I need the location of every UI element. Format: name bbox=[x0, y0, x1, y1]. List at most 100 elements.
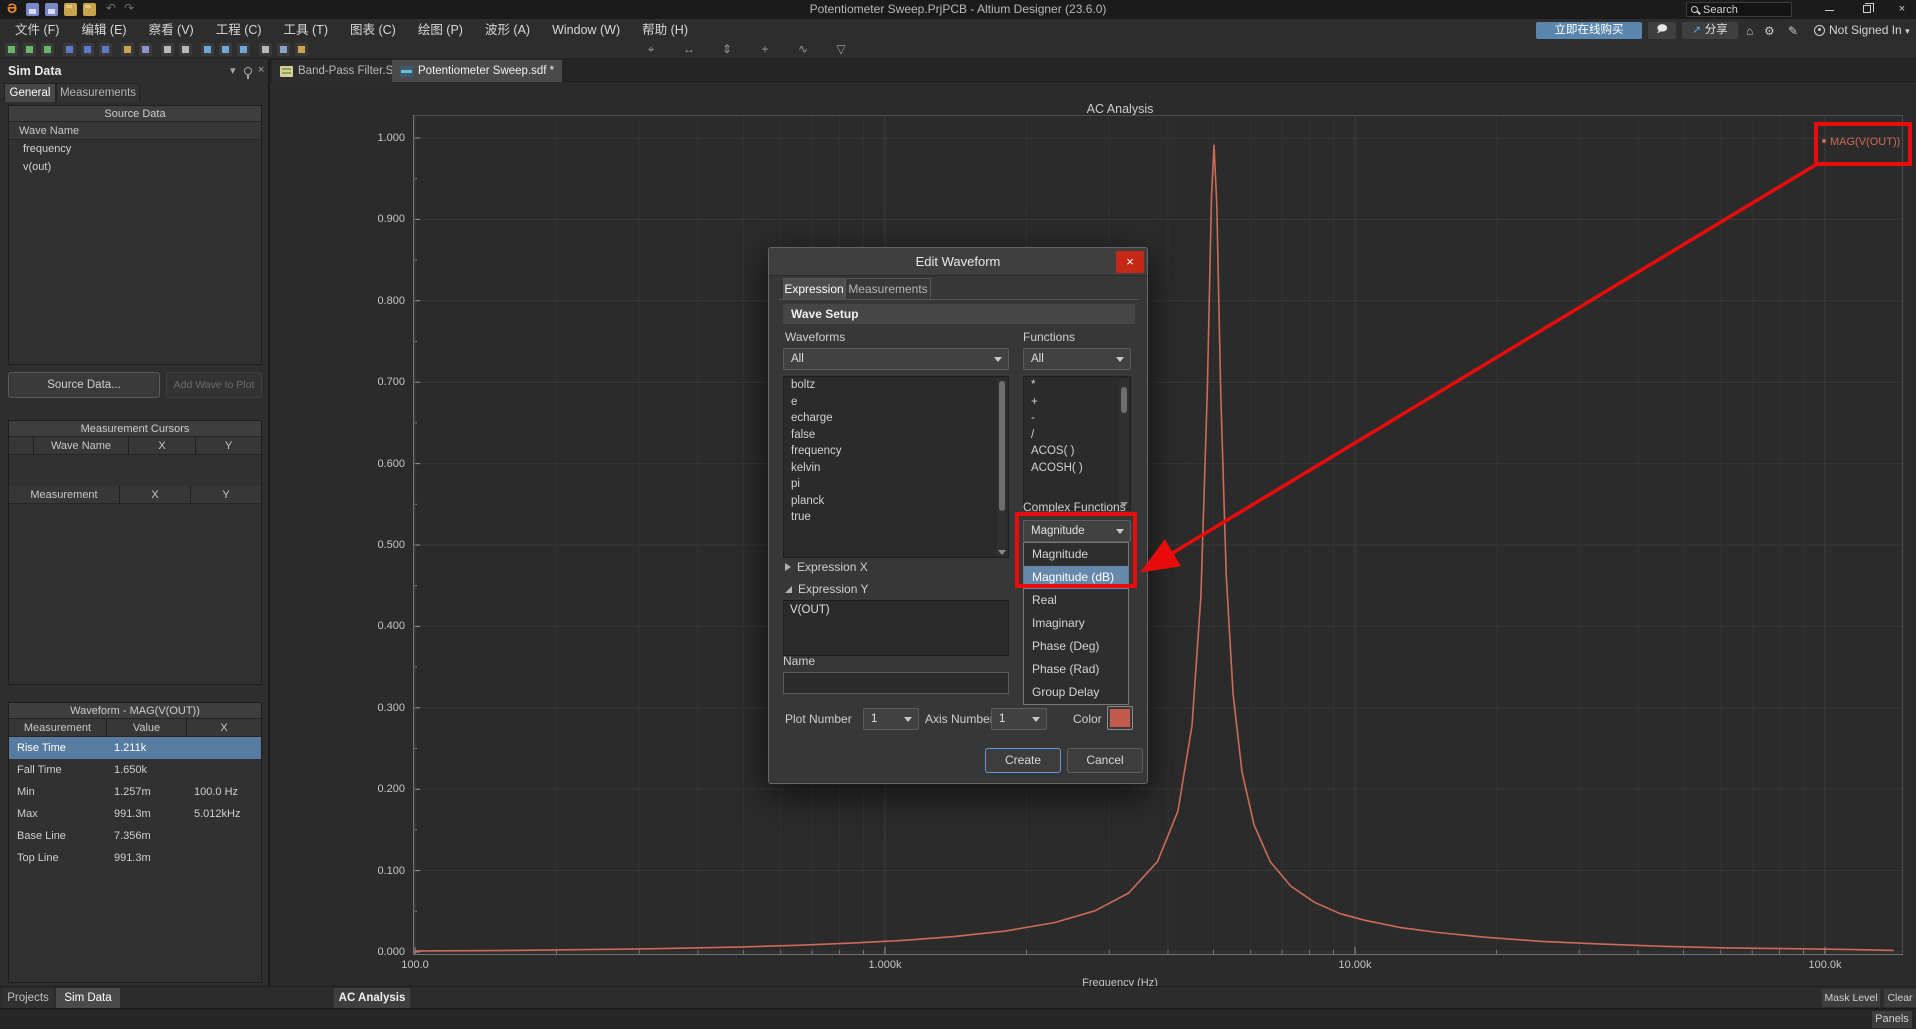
sign-in-button[interactable]: Not Signed In ▾ bbox=[1814, 22, 1910, 39]
list-item[interactable]: + bbox=[1024, 394, 1130, 411]
list-item[interactable]: ACOSH( ) bbox=[1024, 460, 1130, 477]
list-item[interactable]: pi bbox=[784, 476, 1008, 493]
table-row[interactable]: Fall Time1.650k bbox=[9, 759, 261, 781]
plot-tab-ac-analysis[interactable]: AC Analysis bbox=[334, 988, 410, 1008]
tab-general[interactable]: General bbox=[4, 83, 56, 102]
share-button[interactable]: ➚ 分享 bbox=[1682, 22, 1738, 39]
paste-icon[interactable] bbox=[295, 43, 308, 56]
option-phase-rad[interactable]: Phase (Rad) bbox=[1024, 658, 1128, 681]
list-item[interactable]: * bbox=[1024, 377, 1130, 394]
buy-online-button[interactable]: 立即在线购买 bbox=[1536, 22, 1642, 39]
search-input[interactable] bbox=[1703, 3, 1789, 16]
zoom-out-icon[interactable] bbox=[219, 43, 232, 56]
clear-button[interactable]: Clear bbox=[1884, 989, 1916, 1007]
mask-level-button[interactable]: Mask Level bbox=[1822, 989, 1880, 1007]
table-row[interactable]: Max991.3m5.012kHz bbox=[9, 803, 261, 825]
panel-tab-simdata[interactable]: Sim Data bbox=[56, 988, 120, 1008]
menu-view[interactable]: 察看 (V) bbox=[138, 19, 205, 41]
menu-plot[interactable]: 绘图 (P) bbox=[407, 19, 474, 41]
name-field[interactable] bbox=[783, 672, 1009, 694]
tab-expression[interactable]: Expression bbox=[783, 278, 845, 299]
waveforms-listbox[interactable]: boltz e echarge false frequency kelvin p… bbox=[783, 376, 1009, 558]
origin-icon[interactable]: ⌖ bbox=[640, 41, 662, 57]
cancel-button[interactable]: Cancel bbox=[1067, 748, 1143, 773]
redo-icon[interactable]: ↷ bbox=[124, 1, 134, 15]
save-icon[interactable] bbox=[26, 3, 39, 16]
option-imaginary[interactable]: Imaginary bbox=[1024, 612, 1128, 635]
feedback-icon[interactable]: ✎ bbox=[1788, 24, 1798, 38]
option-magnitude[interactable]: Magnitude bbox=[1024, 543, 1128, 566]
tab-measurements[interactable]: Measurements bbox=[56, 83, 140, 102]
tab-dialog-measurements[interactable]: Measurements bbox=[845, 278, 931, 299]
menu-chart[interactable]: 图表 (C) bbox=[339, 19, 407, 41]
option-group-delay[interactable]: Group Delay bbox=[1024, 681, 1128, 704]
waveforms-filter-dropdown[interactable]: All bbox=[783, 348, 1009, 370]
plot-number-dropdown[interactable]: 1 bbox=[863, 708, 919, 730]
list-item[interactable]: / bbox=[1024, 427, 1130, 444]
create-button[interactable]: Create bbox=[985, 748, 1061, 773]
list-item[interactable]: - bbox=[1024, 410, 1130, 427]
doc-ac-icon[interactable] bbox=[81, 43, 94, 56]
table-row[interactable]: Min1.257m100.0 Hz bbox=[9, 781, 261, 803]
copy-icon[interactable] bbox=[277, 43, 290, 56]
expression-x-toggle[interactable]: Expression X bbox=[785, 560, 868, 574]
gear-icon[interactable]: ⚙ bbox=[1764, 24, 1775, 38]
marker-icon[interactable]: ▽ bbox=[830, 41, 852, 57]
save-all-icon[interactable] bbox=[45, 3, 58, 16]
wave-item-frequency[interactable]: frequency bbox=[9, 140, 261, 158]
table-row[interactable]: Rise Time1.211k bbox=[9, 737, 261, 759]
option-real[interactable]: Real bbox=[1024, 589, 1128, 612]
open-icon[interactable] bbox=[64, 3, 77, 16]
zoom-fit-icon[interactable] bbox=[237, 43, 250, 56]
doc-tran-icon[interactable] bbox=[99, 43, 112, 56]
minimize-button[interactable] bbox=[1815, 0, 1845, 19]
open-project-icon[interactable] bbox=[83, 3, 96, 16]
doc-dc-icon[interactable] bbox=[63, 43, 76, 56]
color-swatch[interactable] bbox=[1107, 706, 1133, 730]
open-doc-icon[interactable] bbox=[121, 43, 134, 56]
list-item[interactable]: ACOS( ) bbox=[1024, 443, 1130, 460]
option-phase-deg[interactable]: Phase (Deg) bbox=[1024, 635, 1128, 658]
global-search[interactable] bbox=[1686, 2, 1792, 17]
list-item[interactable]: frequency bbox=[784, 443, 1008, 460]
panel-close-icon[interactable]: × bbox=[258, 64, 264, 76]
complex-functions-dropdown[interactable]: Magnitude bbox=[1023, 520, 1131, 542]
plot-area[interactable] bbox=[413, 115, 1903, 955]
list-item[interactable]: boltz bbox=[784, 377, 1008, 394]
menu-window[interactable]: Window (W) bbox=[541, 19, 631, 41]
cut-icon[interactable] bbox=[259, 43, 272, 56]
table-row[interactable]: Top Line991.3m bbox=[9, 847, 261, 869]
functions-listbox[interactable]: * + - / ACOS( ) ACOSH( ) bbox=[1023, 376, 1131, 510]
close-button[interactable]: × bbox=[1889, 0, 1915, 19]
axis-number-dropdown[interactable]: 1 bbox=[991, 708, 1047, 730]
scroll-down-icon[interactable] bbox=[998, 550, 1006, 555]
pin-icon[interactable] bbox=[244, 67, 252, 75]
save-doc-icon[interactable] bbox=[139, 43, 152, 56]
pan-vertical-icon[interactable]: ⇕ bbox=[716, 41, 738, 57]
menu-wave[interactable]: 波形 (A) bbox=[474, 19, 541, 41]
doc-tab-simdata[interactable]: Potentiometer Sweep.sdf * bbox=[392, 60, 562, 82]
panel-menu-icon[interactable]: ▾ bbox=[230, 64, 236, 77]
home-icon[interactable]: ⌂ bbox=[1746, 24, 1753, 38]
list-item[interactable]: e bbox=[784, 394, 1008, 411]
waveform-icon[interactable]: ∿ bbox=[792, 41, 814, 57]
probe-ac-icon[interactable] bbox=[23, 43, 36, 56]
expression-y-toggle[interactable]: Expression Y bbox=[785, 582, 868, 596]
undo-icon[interactable]: ↶ bbox=[106, 1, 116, 15]
list-item[interactable]: kelvin bbox=[784, 460, 1008, 477]
legend-item[interactable]: MAG(V(OUT)) bbox=[1822, 136, 1900, 148]
preview-icon[interactable] bbox=[179, 43, 192, 56]
pan-horizontal-icon[interactable]: ↔ bbox=[678, 41, 700, 57]
zoom-in-icon[interactable] bbox=[201, 43, 214, 56]
dialog-titlebar[interactable]: Edit Waveform bbox=[769, 248, 1147, 276]
list-item[interactable]: planck bbox=[784, 493, 1008, 510]
menu-project[interactable]: 工程 (C) bbox=[205, 19, 273, 41]
menu-file[interactable]: 文件 (F) bbox=[4, 19, 70, 41]
scrollbar[interactable] bbox=[1119, 379, 1128, 507]
menu-tools[interactable]: 工具 (T) bbox=[273, 19, 339, 41]
list-item[interactable]: true bbox=[784, 509, 1008, 526]
restore-button[interactable] bbox=[1852, 0, 1882, 19]
wave-item-vout[interactable]: v(out) bbox=[9, 158, 261, 176]
probe-icon[interactable] bbox=[5, 43, 18, 56]
functions-filter-dropdown[interactable]: All bbox=[1023, 348, 1131, 370]
